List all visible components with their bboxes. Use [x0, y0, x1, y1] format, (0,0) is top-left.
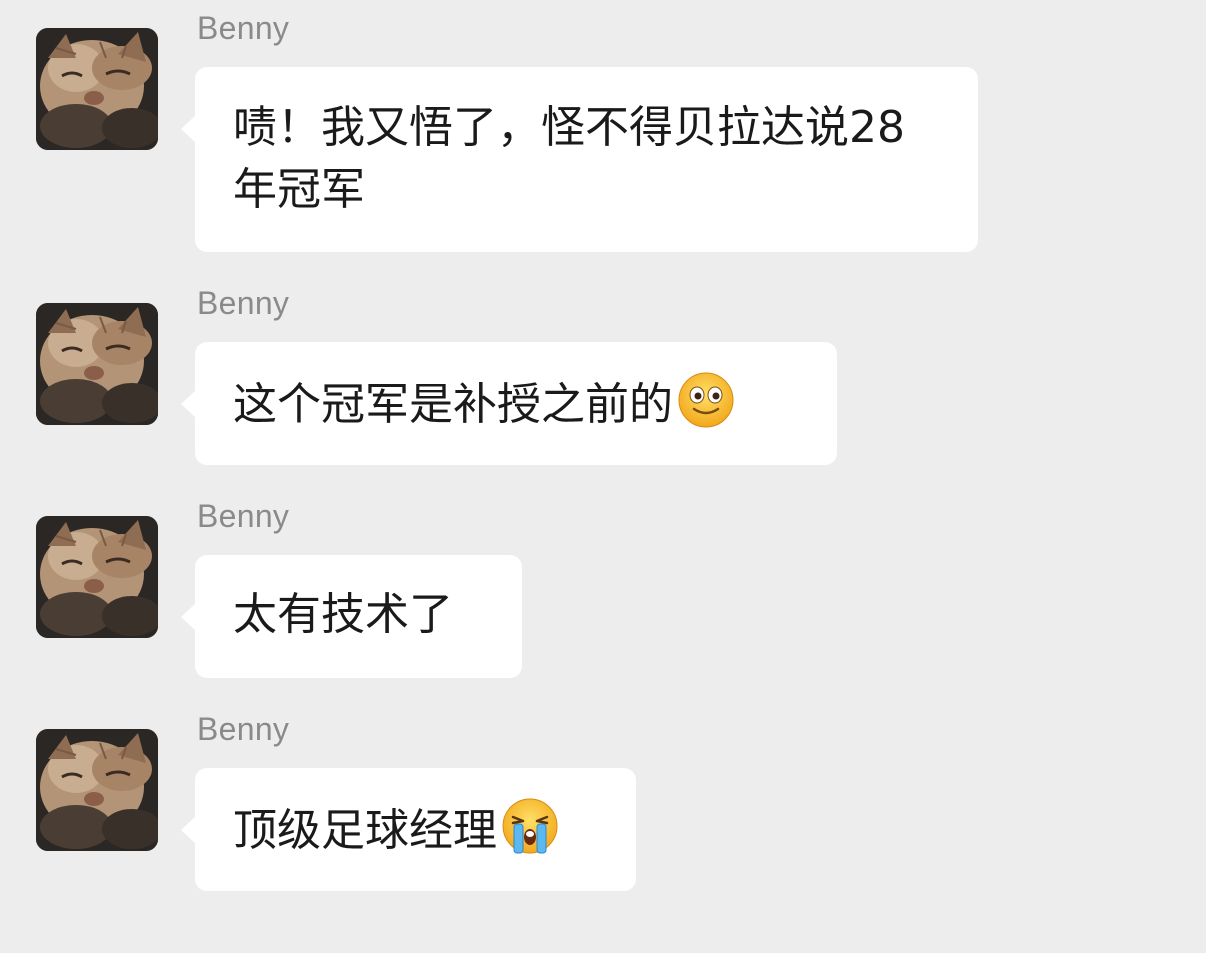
sender-name: Benny [197, 10, 290, 46]
message-bubble[interactable]: 太有技术了 [181, 555, 522, 678]
avatar[interactable] [36, 303, 158, 425]
sender-name: Benny [197, 285, 290, 321]
message-text: 啧！我又悟了，怪不得贝拉达说28年冠军 [233, 102, 905, 215]
message-bubble[interactable]: 这个冠军是补授之前的 [181, 342, 837, 465]
sender-name: Benny [197, 498, 290, 534]
avatar[interactable] [36, 28, 158, 150]
message-bubble[interactable]: 顶级足球经理 [181, 768, 636, 891]
cat-avatar-icon [36, 303, 158, 425]
cat-avatar-icon [36, 516, 158, 638]
cat-avatar-icon [36, 28, 158, 150]
message-text: 太有技术了 [233, 589, 453, 640]
message-text: 这个冠军是补授之前的 [233, 379, 673, 430]
avatar[interactable] [36, 516, 158, 638]
avatar[interactable] [36, 729, 158, 851]
smile-emoji-icon [677, 371, 735, 429]
crying-emoji-icon [501, 797, 559, 855]
message-text: 顶级足球经理 [233, 805, 497, 856]
message-bubble[interactable]: 啧！我又悟了，怪不得贝拉达说28年冠军 [181, 67, 978, 252]
cat-avatar-icon [36, 729, 158, 851]
sender-name: Benny [197, 711, 290, 747]
